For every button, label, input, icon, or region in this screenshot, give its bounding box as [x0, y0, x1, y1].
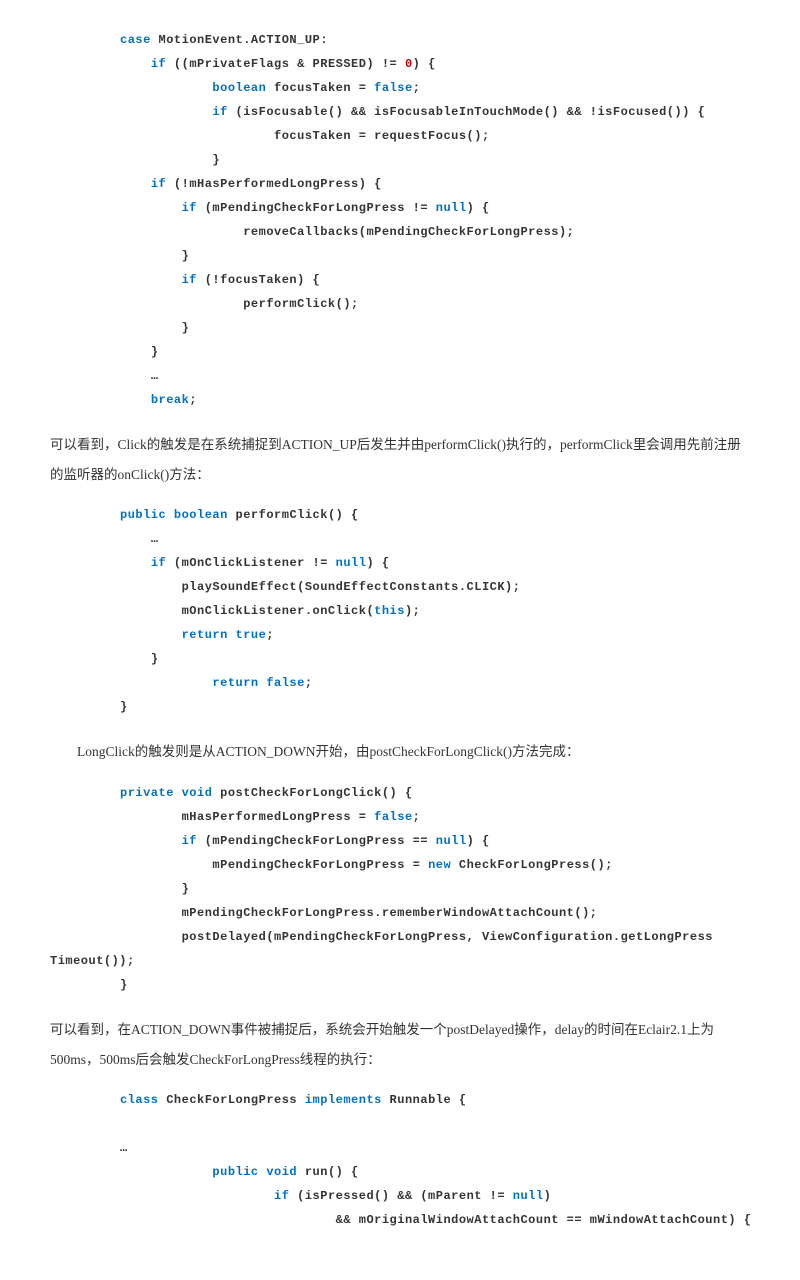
- code-line: [120, 1112, 750, 1136]
- code-block-3: private void postCheckForLongClick() { m…: [50, 781, 750, 997]
- code-line: return true;: [120, 623, 750, 647]
- code-line: if (isFocusable() && isFocusableInTouchM…: [120, 100, 750, 124]
- code-line: if (!focusTaken) {: [120, 268, 750, 292]
- code-line: }: [120, 973, 750, 997]
- code-line: }: [120, 148, 750, 172]
- code-line: case MotionEvent.ACTION_UP:: [120, 28, 750, 52]
- code-line: }: [120, 244, 750, 268]
- code-line: boolean focusTaken = false;: [120, 76, 750, 100]
- code-line: postDelayed(mPendingCheckForLongPress, V…: [120, 925, 750, 949]
- code-line: focusTaken = requestFocus();: [120, 124, 750, 148]
- code-line: && mOriginalWindowAttachCount == mWindow…: [120, 1208, 750, 1232]
- code-block-2: public boolean performClick() { … if (mO…: [50, 503, 750, 719]
- code-block-4: class CheckForLongPress implements Runna…: [50, 1088, 750, 1232]
- code-line: }: [120, 695, 750, 719]
- code-line: if (isPressed() && (mParent != null): [120, 1184, 750, 1208]
- code-line: class CheckForLongPress implements Runna…: [120, 1088, 750, 1112]
- code-line: }: [120, 877, 750, 901]
- code-line: playSoundEffect(SoundEffectConstants.CLI…: [120, 575, 750, 599]
- code-block-1: case MotionEvent.ACTION_UP: if ((mPrivat…: [50, 28, 750, 412]
- code-line: …: [120, 527, 750, 551]
- code-line: mHasPerformedLongPress = false;: [120, 805, 750, 829]
- paragraph-3: 可以看到，在ACTION_DOWN事件被捕捉后，系统会开始触发一个postDel…: [50, 1015, 750, 1074]
- code-line: mPendingCheckForLongPress.rememberWindow…: [120, 901, 750, 925]
- code-line: private void postCheckForLongClick() {: [120, 781, 750, 805]
- code-line: mOnClickListener.onClick(this);: [120, 599, 750, 623]
- code-line: break;: [120, 388, 750, 412]
- code-line: return false;: [120, 671, 750, 695]
- code-line: removeCallbacks(mPendingCheckForLongPres…: [120, 220, 750, 244]
- code-line: public void run() {: [120, 1160, 750, 1184]
- code-line: }: [120, 316, 750, 340]
- code-line: if (!mHasPerformedLongPress) {: [120, 172, 750, 196]
- code-line: if ((mPrivateFlags & PRESSED) != 0) {: [120, 52, 750, 76]
- code-line: }: [120, 647, 750, 671]
- code-line: performClick();: [120, 292, 750, 316]
- code-line: public boolean performClick() {: [120, 503, 750, 527]
- code-line: mPendingCheckForLongPress = new CheckFor…: [120, 853, 750, 877]
- code-line: }: [120, 340, 750, 364]
- code-line: if (mOnClickListener != null) {: [120, 551, 750, 575]
- document-page: case MotionEvent.ACTION_UP: if ((mPrivat…: [0, 0, 800, 1280]
- code-line: …: [120, 364, 750, 388]
- code-line: if (mPendingCheckForLongPress != null) {: [120, 196, 750, 220]
- code-line: if (mPendingCheckForLongPress == null) {: [120, 829, 750, 853]
- paragraph-1: 可以看到，Click的触发是在系统捕捉到ACTION_UP后发生并由perfor…: [50, 430, 750, 489]
- code-line: Timeout());: [50, 949, 750, 973]
- code-line: …: [120, 1136, 750, 1160]
- paragraph-2: LongClick的触发则是从ACTION_DOWN开始，由postCheckF…: [50, 737, 750, 767]
